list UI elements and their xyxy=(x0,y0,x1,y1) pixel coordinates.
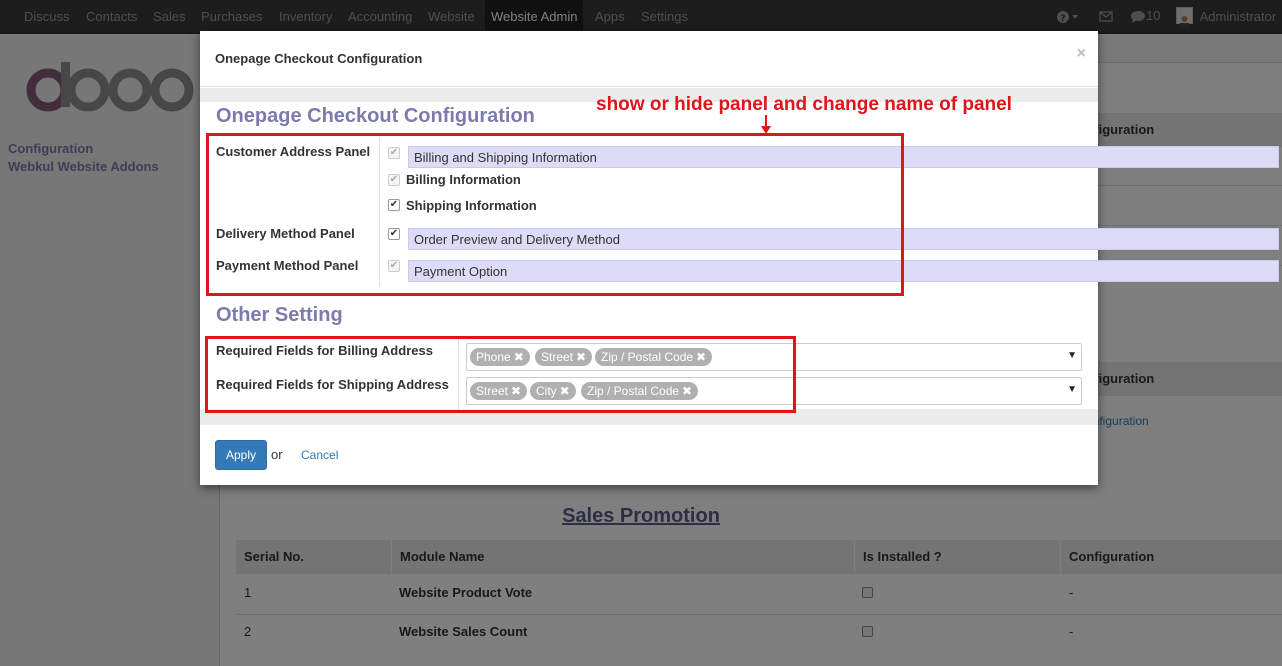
annotation-box-required-fields xyxy=(205,336,796,413)
modal-title: Onepage Checkout Configuration xyxy=(215,51,423,66)
modal-header: Onepage Checkout Configuration × xyxy=(200,31,1098,87)
section-title-checkout: Onepage Checkout Configuration xyxy=(216,105,535,127)
section-title-other: Other Setting xyxy=(216,304,343,326)
dropdown-arrow-icon[interactable]: ▼ xyxy=(1067,350,1077,361)
annotation-box-panels xyxy=(206,133,904,296)
annotation-arrow-icon xyxy=(761,115,771,134)
apply-button[interactable]: Apply xyxy=(215,440,267,470)
or-text: or xyxy=(271,447,283,462)
annotation-text: show or hide panel and change name of pa… xyxy=(596,94,1012,115)
cancel-button[interactable]: Cancel xyxy=(301,448,338,462)
close-icon[interactable]: × xyxy=(1077,45,1086,63)
dropdown-arrow-icon[interactable]: ▼ xyxy=(1067,384,1077,395)
